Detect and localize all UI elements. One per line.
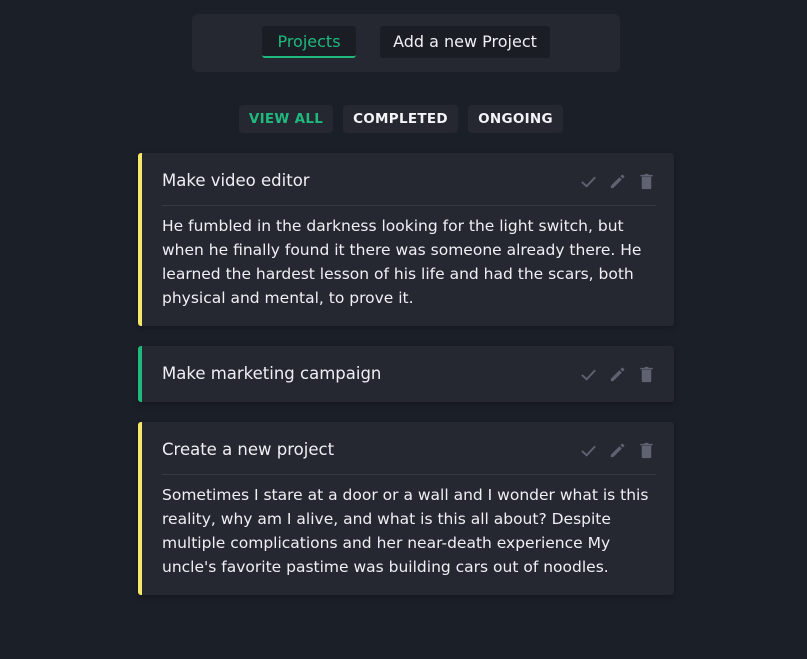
card-divider (162, 474, 656, 475)
project-card[interactable]: Make marketing campaign (138, 346, 674, 402)
project-card[interactable]: Make video editor He fumbled in the dark… (138, 153, 674, 326)
status-bar (138, 153, 142, 326)
project-actions (579, 440, 656, 460)
project-title[interactable]: Make video editor (162, 171, 310, 190)
projects-nav-button[interactable]: Projects (262, 26, 356, 58)
project-title[interactable]: Create a new project (162, 440, 334, 459)
pencil-icon[interactable] (608, 172, 627, 191)
add-project-nav-button[interactable]: Add a new Project (380, 26, 550, 58)
filter-completed-button[interactable]: COMPLETED (343, 105, 458, 133)
status-bar (138, 422, 142, 595)
project-card[interactable]: Create a new project Sometimes I stare a… (138, 422, 674, 595)
trash-icon[interactable] (637, 441, 656, 460)
project-actions (579, 171, 656, 191)
project-details: Sometimes I stare at a door or a wall an… (162, 486, 649, 576)
check-icon[interactable] (579, 172, 598, 191)
project-details: He fumbled in the darkness looking for t… (162, 217, 642, 307)
filter-view-all-button[interactable]: VIEW ALL (239, 105, 333, 133)
pencil-icon[interactable] (608, 441, 627, 460)
project-actions (579, 364, 656, 384)
check-icon[interactable] (579, 365, 598, 384)
check-icon[interactable] (579, 441, 598, 460)
trash-icon[interactable] (637, 365, 656, 384)
project-title[interactable]: Make marketing campaign (162, 364, 381, 383)
pencil-icon[interactable] (608, 365, 627, 384)
filter-bar: VIEW ALL COMPLETED ONGOING (0, 105, 807, 133)
status-bar (138, 346, 142, 402)
trash-icon[interactable] (637, 172, 656, 191)
filter-ongoing-button[interactable]: ONGOING (468, 105, 563, 133)
top-nav: Projects Add a new Project (192, 14, 620, 72)
card-divider (162, 205, 656, 206)
